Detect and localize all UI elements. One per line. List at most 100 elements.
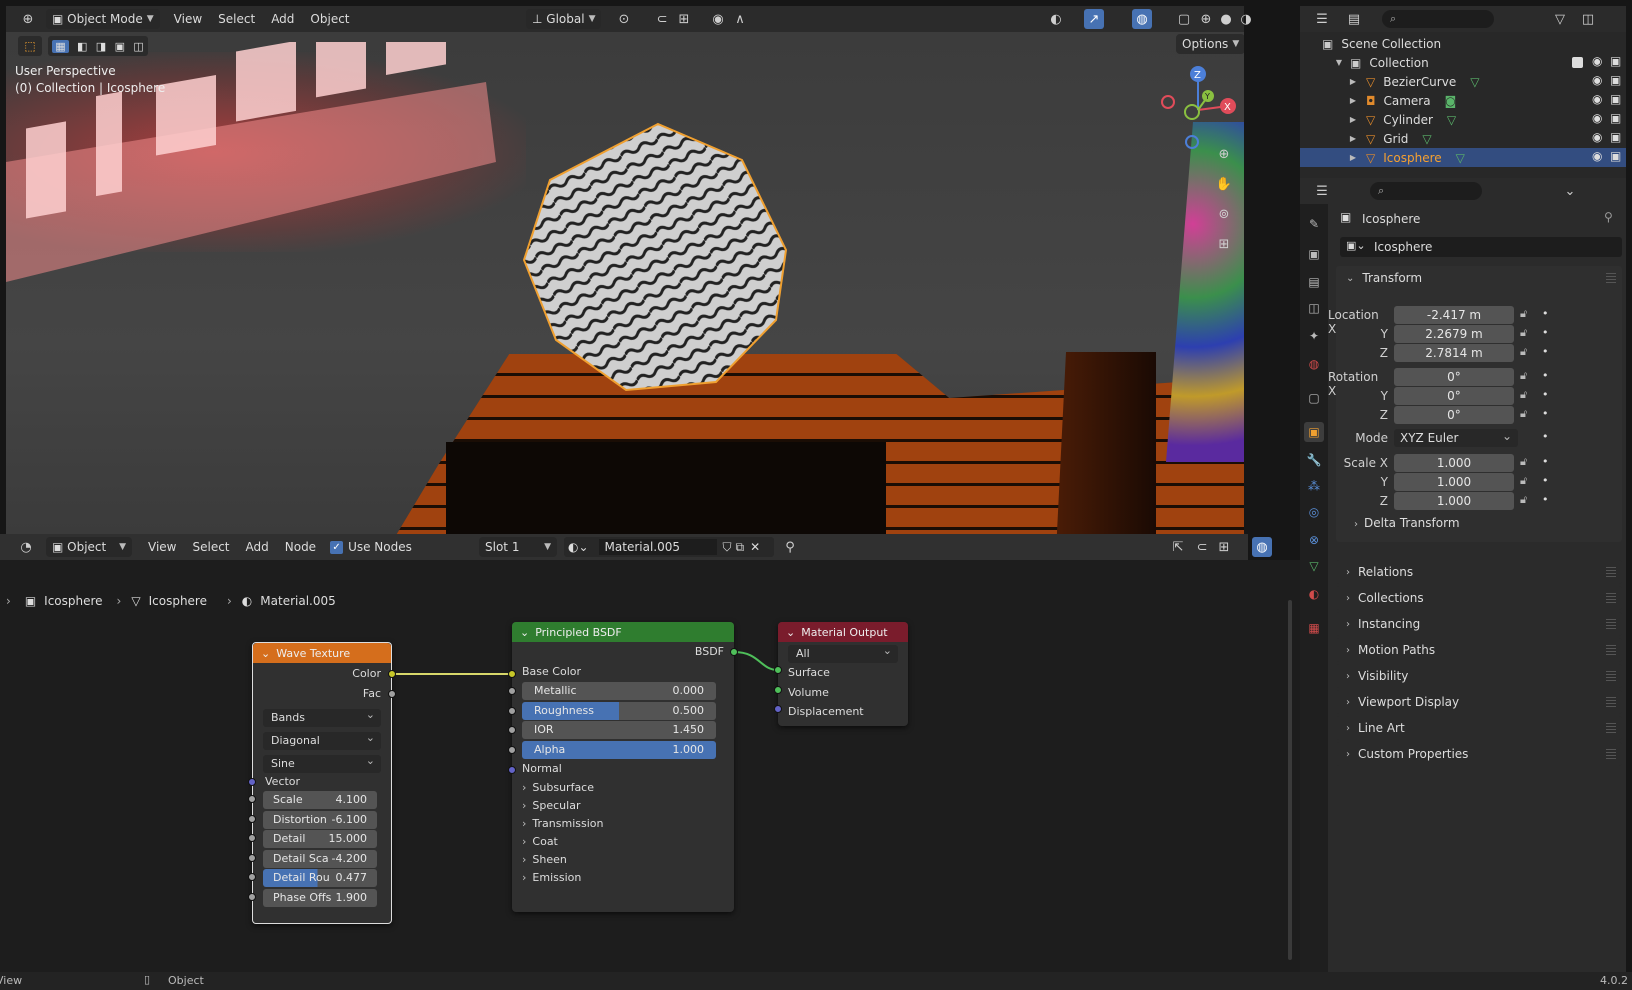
filter-icon[interactable]: ▽ (1550, 9, 1570, 29)
node-overlay-icon[interactable]: ◍ (1252, 537, 1272, 557)
duplicate-material-icon[interactable]: ⧉ (736, 540, 745, 555)
menu-view[interactable]: View (166, 12, 210, 26)
bsdf-field-ior[interactable]: IOR 1.450 (522, 721, 716, 740)
bsdf-subpanel-coat[interactable]: › Coat (522, 833, 558, 851)
wave-field-scale[interactable]: Scale 4.100 (263, 791, 377, 809)
wave-direction-select[interactable]: Diagonal (263, 729, 381, 750)
pin-icon[interactable]: ⚲ (1604, 210, 1613, 224)
node-menu-node[interactable]: Node (277, 540, 324, 554)
panel-visibility[interactable]: › Visibility (1336, 664, 1622, 688)
render-icon[interactable]: ▣ (1610, 149, 1621, 163)
transform-panel-header[interactable]: ⌄ Transform (1336, 266, 1622, 290)
menu-add[interactable]: Add (263, 12, 302, 26)
node-menu-view[interactable]: View (140, 540, 184, 554)
render-icon[interactable]: ▣ (1610, 111, 1621, 125)
panel-custom-properties[interactable]: › Custom Properties (1336, 742, 1622, 766)
properties-tab-material-icon[interactable]: ◐ (1304, 584, 1324, 604)
location-x-field[interactable]: -2.417 m (1394, 306, 1514, 324)
lock-icon[interactable]: 🔓︎ (1520, 474, 1527, 488)
select-tool-button[interactable]: ⬚ (18, 36, 42, 56)
rotation-mode-select[interactable]: XYZ Euler ⌄ (1394, 429, 1518, 447)
shading-solid-icon[interactable]: ● (1216, 9, 1236, 29)
drag-handle-icon[interactable] (1606, 749, 1616, 759)
properties-tab-object-icon[interactable]: ▣ (1304, 422, 1324, 442)
collection-eye-icon[interactable]: ◉ (1592, 54, 1602, 68)
properties-tab-data-icon[interactable]: ▽ (1304, 556, 1324, 576)
collection-render-icon[interactable]: ▣ (1610, 54, 1621, 68)
slot-dropdown[interactable]: Slot 1 ▼ (479, 537, 557, 557)
select-subtract-icon[interactable]: ◨ (96, 40, 106, 53)
lock-icon[interactable]: 🔓︎ (1520, 493, 1527, 507)
drag-handle-icon[interactable] (1606, 671, 1616, 681)
wave-vector-socket[interactable] (248, 778, 256, 786)
transform-orientation-dropdown[interactable]: ⊥ Global ▼ (526, 9, 602, 29)
eye-icon[interactable]: ◉ (1592, 92, 1602, 106)
node-pin-icon[interactable]: ⚲ (780, 537, 800, 557)
bsdf-subpanel-transmission[interactable]: › Transmission (522, 815, 603, 833)
menu-object[interactable]: Object (302, 12, 357, 26)
shading-wireframe-icon[interactable]: ⊕ (1196, 9, 1216, 29)
wave-texture-header[interactable]: ⌄ Wave Texture (253, 643, 391, 663)
unlink-material-icon[interactable]: ✕ (750, 540, 760, 554)
bsdf-subpanel-sheen[interactable]: › Sheen (522, 851, 567, 869)
properties-tab-output-icon[interactable]: ▤ (1304, 272, 1324, 292)
falloff-icon[interactable]: ∧ (730, 9, 750, 29)
wave-input-socket[interactable] (248, 893, 256, 901)
node-snap-target-icon[interactable]: ⊞ (1214, 537, 1234, 557)
outliner-item-camera[interactable]: ▶ ◘ Camera ◙ ◉ ▣ (1300, 91, 1626, 110)
select-new-icon[interactable]: ▦ (52, 39, 69, 53)
keyframe-dot-icon[interactable]: • (1542, 388, 1549, 401)
panel-instancing[interactable]: › Instancing (1336, 612, 1622, 636)
node-canvas[interactable]: › ▣ Icosphere › ▽ Icosphere › ◐ Material… (0, 560, 1300, 972)
bsdf-input-socket[interactable] (508, 745, 516, 754)
panel-relations[interactable]: › Relations (1336, 560, 1622, 584)
bsdf-field-metallic[interactable]: Metallic 0.000 (522, 682, 716, 700)
properties-tab-constraints-icon[interactable]: ⊗ (1304, 530, 1324, 550)
camera-view-icon[interactable]: ⊚ (1214, 204, 1234, 224)
output-volume-socket[interactable] (774, 686, 782, 694)
lock-icon[interactable]: 🔓︎ (1520, 407, 1527, 421)
wave-texture-node[interactable]: ⌄ Wave Texture Color Fac Bands Diagonal S… (252, 642, 392, 924)
drag-handle-icon[interactable] (1606, 593, 1616, 603)
outliner-item-icosphere[interactable]: ▶ ▽ Icosphere ▽ ◉ ▣ (1300, 148, 1626, 167)
pan-hand-icon[interactable]: ✋ (1214, 174, 1234, 194)
node-editor-type-icon[interactable]: ◔ (16, 537, 36, 557)
drag-handle-icon[interactable] (1606, 697, 1616, 707)
proportional-edit-icon[interactable]: ◉ (708, 9, 728, 29)
shading-material-icon[interactable]: ◑ (1236, 9, 1256, 29)
object-data-icon[interactable]: ▽ (1447, 113, 1456, 127)
rotation-x-field[interactable]: 0° (1394, 368, 1514, 386)
visibility-icon[interactable]: ◐ (1046, 9, 1066, 29)
object-data-icon[interactable]: ◙ (1445, 94, 1457, 108)
mode-dropdown[interactable]: ▣ Object Mode ▼ (46, 9, 160, 29)
editor-type-icon[interactable]: ⊕ (18, 9, 38, 29)
drag-handle-icon[interactable] (1606, 645, 1616, 655)
material-browse-icon[interactable]: ◐⌄ (568, 540, 589, 554)
object-data-icon[interactable]: ▽ (1456, 151, 1465, 165)
output-collapse-icon[interactable]: ⌄ (786, 626, 795, 639)
bsdf-output-socket[interactable] (730, 648, 738, 656)
shader-type-dropdown[interactable]: ▣ Object ▼ (46, 537, 132, 557)
object-name-field[interactable]: ▣⌄ Icosphere (1340, 237, 1622, 257)
render-icon[interactable]: ▣ (1610, 73, 1621, 87)
keyframe-dot-icon[interactable]: • (1542, 407, 1549, 420)
object-data-icon[interactable]: ▽ (1470, 75, 1479, 89)
wave-collapse-icon[interactable]: ⌄ (261, 647, 270, 660)
output-surface-socket[interactable] (774, 666, 782, 674)
bsdf-subpanel-subsurface[interactable]: › Subsurface (522, 779, 594, 797)
wave-fac-socket[interactable] (388, 690, 396, 698)
expand-icon[interactable]: ▶ (1346, 134, 1360, 143)
wave-field-phase-offs[interactable]: Phase Offs 1.900 (263, 889, 377, 907)
render-icon[interactable]: ▣ (1610, 130, 1621, 144)
outliner-scene-collection[interactable]: ▣ Scene Collection (1300, 34, 1626, 53)
material-output-node[interactable]: ⌄ Material Output All Surface Volume Disp… (778, 622, 908, 726)
panel-motion-paths[interactable]: › Motion Paths (1336, 638, 1622, 662)
eye-icon[interactable]: ◉ (1592, 111, 1602, 125)
navigation-gizmo[interactable]: Z X Y (1156, 62, 1244, 152)
properties-editor-icon[interactable]: ☰ (1312, 181, 1332, 201)
fake-user-icon[interactable]: ⛉ (723, 540, 732, 555)
wave-field-distortion[interactable]: Distortion -6.100 (263, 810, 377, 829)
node-menu-add[interactable]: Add (238, 540, 277, 554)
outliner-collection[interactable]: ▼ ▣ Collection ◉ ▣ (1300, 53, 1626, 72)
outliner-item-grid[interactable]: ▶ ▽ Grid ▽ ◉ ▣ (1300, 129, 1626, 148)
